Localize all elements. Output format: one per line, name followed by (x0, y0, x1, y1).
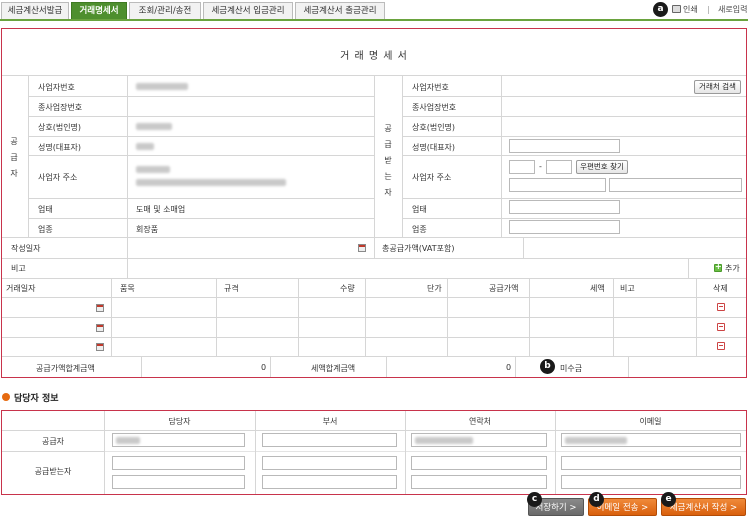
write-date-calendar-icon[interactable] (358, 244, 366, 252)
tab-withdraw-manage[interactable]: 세금계산서 출금관리 (295, 2, 385, 19)
total-supply-label: 총공급가액(VAT포함) (382, 244, 455, 253)
receiver-label-ceo: 성명(대표자) (412, 143, 456, 152)
item-header-date: 거래일자 (6, 284, 36, 293)
receiver-label-subno: 종사업장번호 (412, 103, 457, 112)
receiver-manager-email-input-1[interactable] (561, 456, 741, 470)
tab-tax-invoice-issue[interactable]: 세금계산서발급 (1, 2, 69, 19)
supplier-company-value (136, 123, 172, 130)
supplier-label-type: 업태 (38, 205, 53, 214)
item-row-3-calendar-icon[interactable] (96, 343, 104, 351)
manager-header-dept: 부서 (322, 417, 338, 426)
item-header-price: 단가 (427, 284, 442, 293)
supplier-label-company: 상호(법인명) (38, 123, 82, 132)
manager-row-supplier-label: 공급자 (41, 437, 65, 446)
badge-a: a (653, 2, 668, 17)
item-header-qty: 수량 (340, 284, 355, 293)
statement-form: 거 래 명 세 서 공급자 공급받는자 사업자번호 종사업장번호 상호(법인명)… (1, 28, 747, 378)
receiver-manager-name-input-2[interactable] (112, 475, 245, 489)
item-row-1-delete-icon[interactable] (717, 303, 725, 311)
supplier-business-type: 도매 및 소매업 (136, 205, 186, 214)
client-search-button[interactable]: 거래처 검색 (694, 80, 741, 94)
write-date-label: 작성일자 (11, 244, 41, 253)
manager-row-receiver-label: 공급받는자 (34, 467, 72, 476)
supplier-label-ceo: 성명(대표자) (38, 143, 82, 152)
receiver-manager-phone-input-1[interactable] (411, 456, 547, 470)
item-row-3-delete-icon[interactable] (717, 342, 725, 350)
supplier-manager-dept-input[interactable] (262, 433, 397, 447)
postal-search-button[interactable]: 우편번호 찾기 (576, 160, 628, 174)
supplier-label-item: 업종 (38, 225, 53, 234)
sum-tax-label: 세액합계금액 (311, 364, 356, 373)
sum-supply-label: 공급가액합계금액 (36, 364, 95, 373)
print-link[interactable]: 인쇄 (683, 4, 698, 15)
postal-dash: - (539, 162, 542, 171)
manager-header-phone: 연락처 (468, 417, 492, 426)
receiver-address-1-input[interactable] (509, 178, 606, 192)
receiver-label-type: 업태 (412, 205, 427, 214)
receiver-type-input[interactable] (509, 200, 620, 214)
receiver-label-item: 업종 (412, 225, 427, 234)
supplier-ceo-value (136, 143, 154, 150)
postal-code-2-input[interactable] (546, 160, 572, 174)
supplier-label-bizno: 사업자번호 (38, 83, 75, 92)
badge-d: d (589, 492, 604, 507)
new-input-link[interactable]: 새로입력 (718, 4, 747, 15)
form-title: 거 래 명 세 서 (340, 51, 408, 62)
supplier-bizno-value (136, 83, 188, 90)
receiver-manager-phone-input-2[interactable] (411, 475, 547, 489)
receiver-manager-email-input-2[interactable] (561, 475, 741, 489)
supplier-address-line1 (136, 166, 170, 173)
supplier-address-line2 (136, 179, 286, 186)
receiver-ceo-input[interactable] (509, 139, 620, 153)
badge-b: b (540, 359, 555, 374)
receiver-item-input[interactable] (509, 220, 620, 234)
badge-e: e (661, 492, 676, 507)
section-bullet-icon (2, 393, 10, 401)
unpaid-label: 미수금 (560, 364, 583, 373)
manager-section-title: 담당자 정보 (14, 394, 59, 404)
receiver-manager-dept-input-2[interactable] (262, 475, 397, 489)
item-row-1-calendar-icon[interactable] (96, 304, 104, 312)
supplier-label-subno: 종사업장번호 (38, 103, 83, 112)
manager-header-name: 담당자 (168, 417, 191, 426)
receiver-label-address: 사업자 주소 (412, 173, 452, 182)
tab-transaction-statement[interactable]: 거래명세서 (71, 2, 127, 19)
supplier-side-label: 공급자 (10, 137, 18, 178)
receiver-address-2-input[interactable] (609, 178, 742, 192)
manager-table: 담당자 부서 연락처 이메일 공급자 공급받는자 (1, 410, 747, 495)
receiver-manager-name-input-1[interactable] (112, 456, 245, 470)
item-header-spec: 규격 (224, 284, 239, 293)
receiver-side-label: 공급받는자 (384, 124, 392, 197)
badge-c: c (527, 492, 542, 507)
divider (708, 6, 709, 14)
item-header-supply: 공급가액 (489, 284, 519, 293)
tab-underline (0, 19, 748, 21)
tab-lookup-manage[interactable]: 조회/관리/송전 (129, 2, 201, 19)
sum-supply-value: 0 (261, 363, 267, 372)
tab-deposit-manage[interactable]: 세금계산서 입금관리 (203, 2, 293, 19)
item-header-tax: 세액 (590, 284, 605, 293)
item-header-name: 품목 (120, 284, 135, 293)
supplier-business-item: 회장품 (136, 225, 159, 234)
manager-header-email: 이메일 (639, 417, 662, 426)
item-row-2-delete-icon[interactable] (717, 323, 725, 331)
receiver-manager-dept-input-1[interactable] (262, 456, 397, 470)
supplier-label-address: 사업자 주소 (38, 173, 78, 182)
add-row-label[interactable]: 추가 (725, 263, 740, 274)
receiver-label-company: 상호(법인명) (412, 123, 456, 132)
postal-code-1-input[interactable] (509, 160, 535, 174)
item-header-note: 비고 (620, 284, 635, 293)
sum-tax-value: 0 (506, 363, 512, 372)
item-row-2-calendar-icon[interactable] (96, 324, 104, 332)
item-header-delete: 삭제 (713, 284, 728, 293)
add-row-icon[interactable] (714, 262, 722, 272)
note-label: 비고 (11, 264, 26, 273)
printer-icon[interactable] (672, 5, 681, 13)
receiver-label-bizno: 사업자번호 (412, 83, 449, 92)
